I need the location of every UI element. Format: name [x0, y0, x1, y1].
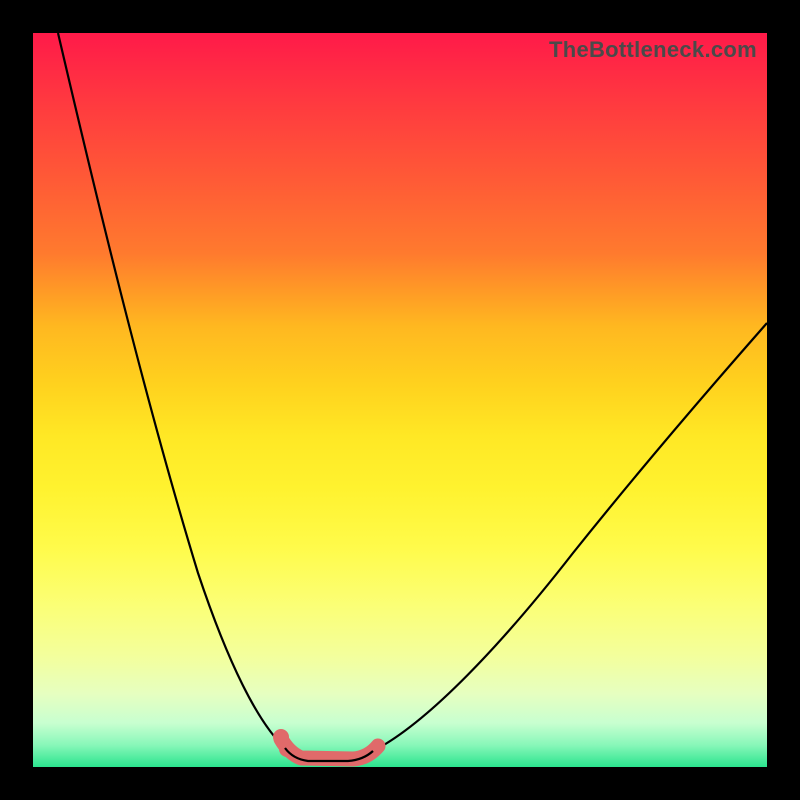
chart-frame: TheBottleneck.com — [0, 0, 800, 800]
plot-area: TheBottleneck.com — [33, 33, 767, 767]
curve-right-branch — [373, 323, 767, 751]
curve-left-branch — [58, 33, 285, 748]
bottleneck-curve-svg — [33, 33, 767, 767]
